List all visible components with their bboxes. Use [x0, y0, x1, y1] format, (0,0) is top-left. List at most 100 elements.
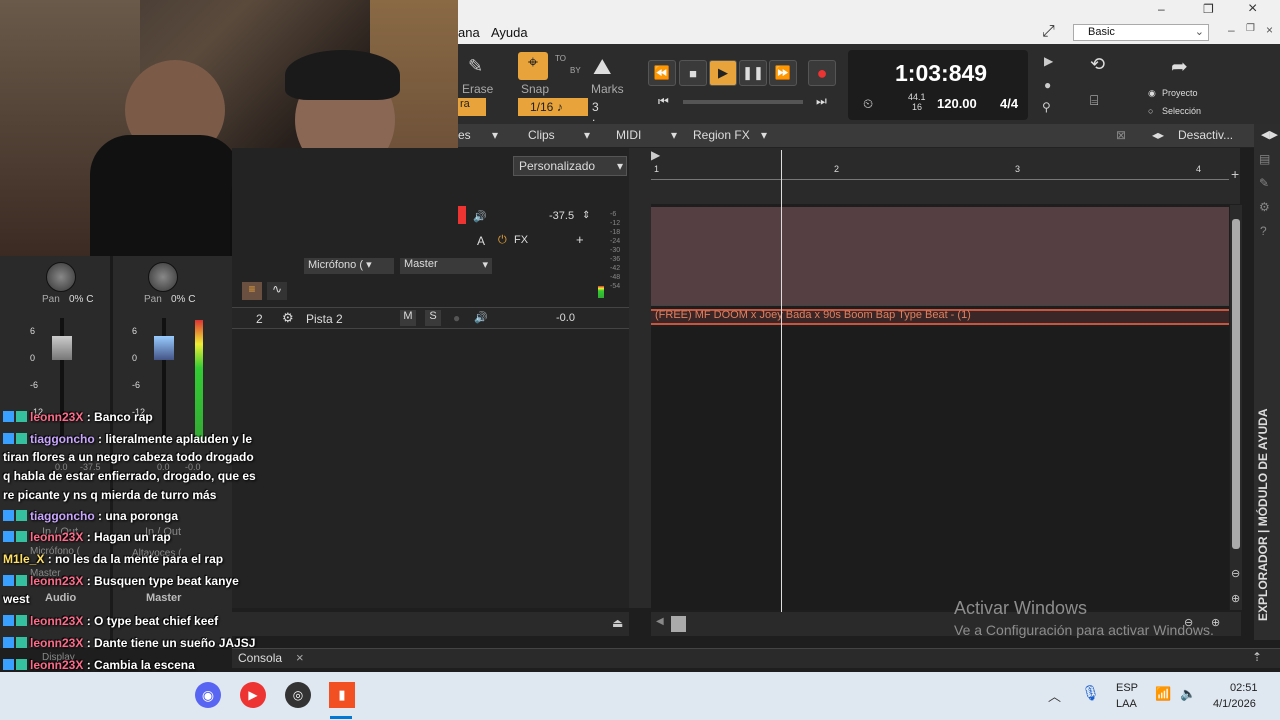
automation-mode-label[interactable]: A [477, 234, 485, 248]
dropdown-arrow-icon[interactable]: ▾ [492, 128, 498, 142]
arrows-icon[interactable]: ◂▸ [1152, 128, 1164, 142]
marks-icon[interactable]: ⛰ [593, 54, 611, 80]
expand-icon[interactable]: ⤢ [1042, 23, 1055, 41]
stop-button[interactable]: ■ [679, 60, 707, 86]
add-marker-icon[interactable]: + [1231, 166, 1239, 182]
tempo-value[interactable]: 120.00 [937, 96, 977, 111]
help-icon[interactable]: ? [1260, 224, 1267, 238]
pencil-icon[interactable]: ✎ [468, 56, 483, 77]
track1-output-select[interactable]: Master ▾ [400, 258, 492, 274]
metronome-icon[interactable]: ⏲ [863, 96, 873, 112]
timeline-ruler[interactable]: ▶ 1 2 3 4 [651, 148, 1229, 180]
microphone-icon[interactable]: 🎙 [1081, 684, 1100, 702]
add-fx-icon[interactable]: + [576, 232, 584, 247]
clips-arrow-icon[interactable]: ▾ [584, 128, 590, 142]
volume-fader[interactable] [154, 336, 174, 360]
media-player-icon[interactable]: ▶ [240, 682, 266, 708]
zoom-in-icon[interactable]: ⊕ [1231, 592, 1240, 605]
track2-header[interactable]: 2 ⚙ Pista 2 M S ● 🔊 -0.0 [232, 307, 629, 329]
volume-arrow-icon[interactable]: ⇕ [582, 210, 590, 221]
scroll-left-icon[interactable]: ◀ [656, 616, 664, 627]
export-icon[interactable]: ➦ [1171, 54, 1188, 79]
region-fx-arrow-icon[interactable]: ▾ [761, 128, 767, 142]
deactivate-menu[interactable]: Desactiv... [1178, 128, 1233, 142]
vertical-scrollbar[interactable] [1230, 205, 1242, 610]
region-fx-menu[interactable]: Region FX [693, 128, 750, 142]
track1-lane[interactable] [651, 207, 1229, 305]
clock-date[interactable]: 4/1/2026 [1213, 698, 1256, 710]
chevron-up-icon[interactable]: ︿ [1048, 686, 1061, 705]
track1-input-select[interactable]: Micrófono ( ▾ [304, 258, 394, 274]
edit-icon[interactable]: ✎ [1259, 176, 1269, 190]
workspace-select[interactable]: Basic ⌄ [1073, 24, 1209, 41]
console-tab[interactable]: Consola [238, 651, 282, 665]
settings-icon[interactable]: ⚙ [1259, 200, 1270, 214]
language-label[interactable]: ESP [1116, 682, 1138, 694]
time-signature[interactable]: 4/4 [1000, 96, 1018, 111]
edit-tool-dropdown[interactable]: ra [458, 98, 486, 116]
fx-label[interactable]: FX [514, 234, 528, 246]
window-restore-icon[interactable]: ❐ [1203, 2, 1214, 16]
obs-icon[interactable]: ◎ [285, 682, 311, 708]
clips-menu[interactable]: Clips [528, 128, 555, 142]
window-close-icon[interactable]: × [1248, 0, 1257, 18]
close-console-icon[interactable]: × [296, 650, 304, 665]
solo-button[interactable]: S [425, 310, 441, 326]
pan-knob[interactable] [148, 262, 178, 292]
snap-value-select[interactable]: 1/16 ♪ [518, 98, 588, 116]
track2-name[interactable]: Pista 2 [306, 312, 343, 326]
erase-label[interactable]: Erase [462, 82, 493, 96]
restore-inner-icon[interactable]: ❐ [1246, 23, 1255, 34]
fast-forward-button[interactable]: ⏩ [769, 60, 797, 86]
track2-volume[interactable]: -0.0 [556, 312, 575, 324]
zoom-out-icon[interactable]: ⊖ [1231, 567, 1240, 580]
clock-time[interactable]: 02:51 [1230, 682, 1258, 694]
view-menu-partial[interactable]: es [458, 128, 471, 142]
go-to-start-icon[interactable]: ⏮ [658, 94, 669, 109]
play-small-icon[interactable]: ▶ [1044, 54, 1053, 68]
pan-knob[interactable] [46, 262, 76, 292]
discord-icon[interactable]: ◉ [195, 682, 221, 708]
browser-icon[interactable]: ▤ [1259, 152, 1270, 166]
radio-project-label[interactable]: Proyecto [1162, 88, 1198, 98]
track1-volume[interactable]: -37.5 [549, 210, 574, 222]
radio-selection-label[interactable]: Selección [1162, 106, 1201, 116]
record-arm-button[interactable] [458, 206, 466, 224]
empty-arrange-area[interactable] [651, 327, 1229, 610]
collapse-icon[interactable]: ⏏ [612, 616, 623, 630]
metronome-small-icon[interactable]: ⚲ [1042, 100, 1051, 114]
volume-icon[interactable]: 🔈 [1180, 686, 1196, 702]
daw-app-icon[interactable]: ▮ [329, 682, 355, 708]
rewind-button[interactable]: ⏪ [648, 60, 676, 86]
radio-selection-icon[interactable]: ○ [1148, 106, 1153, 116]
monitor-icon[interactable]: 🔊 [473, 210, 487, 223]
record-button[interactable]: ● [808, 60, 836, 86]
expand-left-icon[interactable]: ◀▶ [1261, 128, 1278, 141]
h-scroll-thumb[interactable] [671, 616, 686, 632]
wifi-icon[interactable]: 📶 [1155, 686, 1171, 702]
snap-by-label[interactable]: BY [570, 66, 581, 75]
record-arm-icon[interactable]: ● [453, 311, 460, 325]
mute-button[interactable]: M [400, 310, 416, 326]
preset-select[interactable]: Personalizado ▾ [513, 156, 627, 176]
help-module-tab[interactable]: EXPLORADOR | MÓDULO DE AYUDA [1256, 400, 1278, 630]
expand-up-icon[interactable]: ⇡ [1252, 650, 1262, 664]
midi-arrow-icon[interactable]: ▾ [671, 128, 677, 142]
close-inner-icon[interactable]: × [1266, 23, 1273, 37]
snap-to-label[interactable]: TO [555, 54, 566, 63]
automation-icon[interactable]: ∿ [267, 282, 287, 300]
position-slider[interactable] [683, 100, 803, 104]
power-icon[interactable]: ⏻ [498, 234, 507, 247]
play-button[interactable]: ▶ [709, 60, 737, 86]
loop-icon[interactable]: ⟲ [1090, 54, 1105, 75]
lanes-icon[interactable]: ≡ [242, 282, 262, 300]
punch-icon[interactable]: ⌸ [1090, 92, 1098, 109]
volume-fader[interactable] [52, 336, 72, 360]
pause-button[interactable]: ❚❚ [739, 60, 767, 86]
go-to-end-icon[interactable]: ⏭ [816, 94, 827, 109]
window-minimize-icon[interactable]: – [1158, 2, 1165, 16]
dot-icon[interactable]: ● [1044, 78, 1051, 92]
zoom-mode-icon[interactable]: ⊠ [1116, 128, 1126, 142]
menu-item-partial[interactable]: ana [458, 25, 480, 40]
playhead[interactable] [781, 150, 782, 612]
